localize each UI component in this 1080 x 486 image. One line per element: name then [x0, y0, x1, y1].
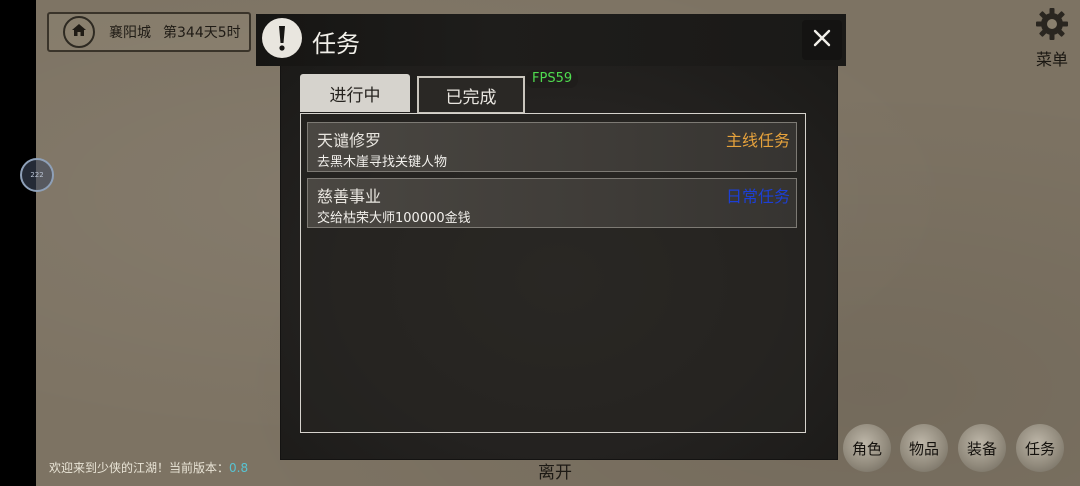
exclamation-icon [262, 18, 302, 58]
location-city: 襄阳城 [109, 25, 151, 41]
quest-item[interactable]: 慈善事业 日常任务 交给枯荣大师100000金钱 [307, 178, 797, 228]
quest-name: 慈善事业 [317, 187, 382, 206]
welcome-message: 欢迎来到少侠的江湖！当前版本：0.8 [49, 459, 248, 476]
menu-label: 菜单 [1035, 50, 1068, 69]
tab-completed[interactable]: 已完成 [417, 76, 525, 114]
character-button[interactable]: 角色 [843, 424, 891, 472]
leave-button[interactable]: 离开 [538, 458, 572, 483]
gear-icon [1034, 6, 1070, 46]
location-day-time: 第344天5时 [163, 25, 241, 41]
quests-button-label: 任务 [1024, 439, 1055, 458]
close-icon [813, 29, 831, 51]
version-number: 0.8 [229, 461, 249, 475]
tab-in-progress-label: 进行中 [329, 85, 381, 106]
quest-name: 天谴修罗 [317, 131, 382, 150]
close-button[interactable] [802, 20, 842, 60]
tab-completed-label: 已完成 [445, 87, 497, 108]
equipment-button-label: 装备 [966, 439, 997, 458]
items-button[interactable]: 物品 [900, 424, 948, 472]
menu-button[interactable]: 菜单 [1030, 6, 1074, 69]
quest-description: 交给枯荣大师100000金钱 [317, 211, 471, 226]
equipment-button[interactable]: 装备 [958, 424, 1006, 472]
location-bar: 襄阳城 第344天5时 [47, 12, 251, 52]
quests-button[interactable]: 任务 [1016, 424, 1064, 472]
quest-type: 日常任务 [725, 187, 790, 206]
character-button-label: 角色 [851, 439, 882, 458]
fps-counter: FPS59 [526, 70, 579, 88]
quest-item[interactable]: 天谴修罗 主线任务 去黑木崖寻找关键人物 [307, 122, 797, 172]
quest-type: 主线任务 [725, 131, 790, 150]
floating-ring-button[interactable]: 222 [20, 158, 54, 192]
home-icon [71, 22, 87, 42]
quest-description: 去黑木崖寻找关键人物 [317, 155, 448, 170]
home-button[interactable] [63, 16, 95, 48]
dialog-title: 任务 [312, 30, 360, 58]
floating-ring-label: 222 [30, 171, 44, 179]
items-button-label: 物品 [908, 439, 939, 458]
tab-in-progress[interactable]: 进行中 [300, 74, 410, 112]
welcome-text: 欢迎来到少侠的江湖！当前版本： [49, 461, 230, 475]
